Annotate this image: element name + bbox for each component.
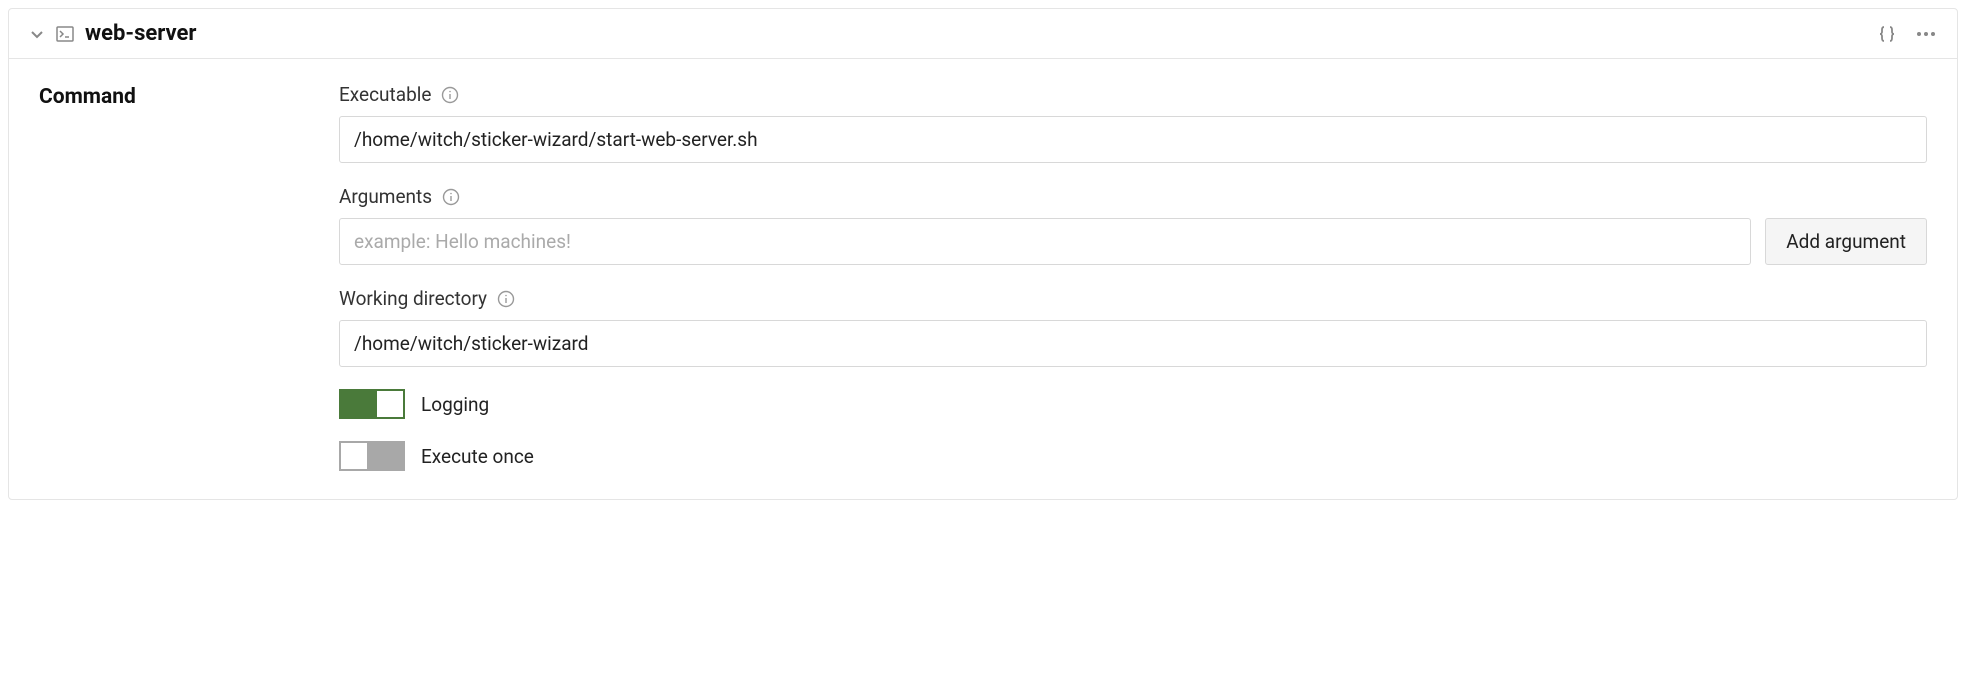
- panel-header-left: web-server: [29, 21, 1877, 46]
- panel-body: Command Executable Arguments: [9, 59, 1957, 499]
- panel-header-right: [1877, 24, 1937, 44]
- logging-label: Logging: [421, 393, 489, 416]
- executable-input[interactable]: [339, 116, 1927, 163]
- arguments-field-group: Arguments Add argument: [339, 185, 1927, 265]
- toggle-knob: [340, 442, 368, 470]
- panel-header: web-server: [9, 9, 1957, 59]
- more-menu-button[interactable]: [1915, 24, 1937, 44]
- braces-icon: [1877, 24, 1897, 44]
- json-view-button[interactable]: [1877, 24, 1897, 44]
- section-label: Command: [39, 83, 299, 471]
- working-directory-label-row: Working directory: [339, 287, 1927, 310]
- execute-once-toggle[interactable]: [339, 441, 405, 471]
- working-directory-label: Working directory: [339, 287, 487, 310]
- info-icon: [497, 290, 515, 308]
- info-icon: [441, 86, 459, 104]
- working-directory-input[interactable]: [339, 320, 1927, 367]
- logging-toggle-row: Logging: [339, 389, 1927, 419]
- form-column: Executable Arguments Add argument: [339, 83, 1927, 471]
- toggle-knob: [376, 390, 404, 418]
- arguments-row: Add argument: [339, 218, 1927, 265]
- working-directory-field-group: Working directory: [339, 287, 1927, 367]
- executable-info[interactable]: [441, 86, 459, 104]
- arguments-label: Arguments: [339, 185, 432, 208]
- terminal-icon: [55, 24, 75, 44]
- executable-field-group: Executable: [339, 83, 1927, 163]
- executable-label-row: Executable: [339, 83, 1927, 106]
- execute-once-toggle-row: Execute once: [339, 441, 1927, 471]
- arguments-input[interactable]: [339, 218, 1751, 265]
- command-panel: web-server Command Executable: [8, 8, 1958, 500]
- execute-once-label: Execute once: [421, 445, 534, 468]
- arguments-label-row: Arguments: [339, 185, 1927, 208]
- logging-toggle[interactable]: [339, 389, 405, 419]
- add-argument-button[interactable]: Add argument: [1765, 218, 1927, 265]
- dots-horizontal-icon: [1915, 24, 1937, 44]
- panel-title: web-server: [85, 21, 196, 46]
- collapse-toggle[interactable]: [29, 26, 45, 42]
- working-directory-info[interactable]: [497, 290, 515, 308]
- chevron-down-icon: [29, 26, 45, 42]
- arguments-info[interactable]: [442, 188, 460, 206]
- executable-label: Executable: [339, 83, 431, 106]
- info-icon: [442, 188, 460, 206]
